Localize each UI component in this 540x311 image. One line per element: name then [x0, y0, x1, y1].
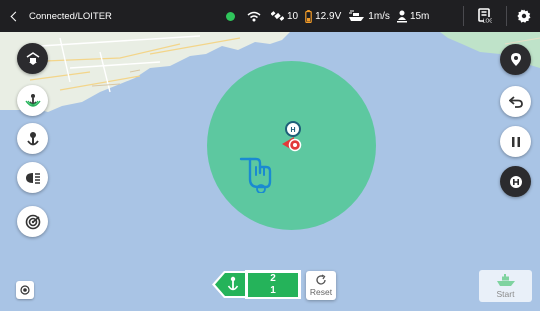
topbar-divider	[506, 6, 507, 26]
battery-icon	[305, 9, 312, 23]
sonar-icon	[25, 214, 40, 229]
count-top-value[interactable]: 2	[248, 273, 298, 285]
location-pin-icon	[510, 53, 521, 66]
recenter-button[interactable]	[16, 281, 34, 299]
satellite-count: 10	[287, 10, 299, 22]
collapse-toolbar-button[interactable]	[17, 43, 48, 74]
distance-status: 15m	[396, 10, 430, 23]
satellite-icon	[271, 11, 284, 21]
reset-button[interactable]: Reset	[306, 271, 336, 300]
home-button[interactable]	[500, 166, 531, 197]
home-marker-label: H	[290, 127, 295, 134]
refresh-icon	[316, 274, 326, 285]
battery-voltage: 12.9V	[315, 10, 342, 22]
headlight-icon	[25, 172, 40, 184]
status-group: 10 12.9V 1m/s 15m	[226, 0, 436, 32]
wifi-status	[247, 11, 264, 22]
target-icon	[20, 285, 30, 295]
wifi-icon	[247, 11, 261, 21]
chevron-down-double-icon	[26, 51, 39, 65]
boat-icon	[496, 273, 515, 286]
boat-speed-icon	[349, 10, 365, 21]
satellite-status: 10	[271, 10, 298, 22]
touch-hand-icon	[239, 157, 272, 193]
speed-status: 1m/s	[348, 10, 390, 22]
top-status-bar: Connected/LOITER 10 12.9V 1m/s 15m LOG	[0, 0, 540, 32]
settings-button[interactable]	[509, 0, 539, 32]
chevron-left-icon	[10, 11, 21, 21]
sonar-button[interactable]	[17, 206, 48, 237]
log-button[interactable]: LOG	[470, 0, 500, 32]
anchor-signal-button[interactable]	[17, 85, 48, 116]
battery-status: 12.9V	[305, 9, 342, 23]
anchor-icon	[26, 131, 39, 145]
connection-mode-label: Connected/LOITER	[29, 10, 112, 22]
app-root: H Connected/LOITER 10 12.9V 1m/s 15m LOG…	[0, 0, 540, 311]
speed-value: 1m/s	[368, 10, 390, 22]
start-button[interactable]: Start	[479, 270, 532, 302]
return-button[interactable]	[500, 86, 531, 117]
count-bottom-value[interactable]: 1	[248, 285, 298, 297]
anchor-tag-shape	[212, 271, 245, 298]
start-label: Start	[496, 288, 515, 299]
distance-value: 15m	[409, 10, 430, 22]
svg-text:LOG: LOG	[483, 19, 492, 25]
anchor-tag	[211, 270, 245, 299]
anchor-count-values: 2 1	[245, 270, 301, 299]
back-button[interactable]: Connected/LOITER	[0, 0, 112, 32]
gear-icon	[517, 9, 531, 23]
anchor-count-control: 2 1	[211, 270, 301, 299]
return-arrow-icon	[508, 95, 523, 108]
boat-position-marker: H	[282, 121, 302, 152]
headlight-button[interactable]	[17, 162, 48, 193]
anchor-button[interactable]	[17, 123, 48, 154]
location-button[interactable]	[500, 44, 531, 75]
log-book-icon: LOG	[478, 8, 492, 24]
connection-status-dot	[226, 11, 235, 21]
reset-label: Reset	[309, 287, 333, 297]
anchor-signal-icon	[24, 93, 41, 107]
topbar-divider	[463, 6, 464, 26]
home-h-icon	[509, 175, 522, 188]
person-distance-icon	[396, 10, 407, 22]
pause-icon	[511, 136, 520, 147]
pause-button[interactable]	[500, 126, 531, 157]
